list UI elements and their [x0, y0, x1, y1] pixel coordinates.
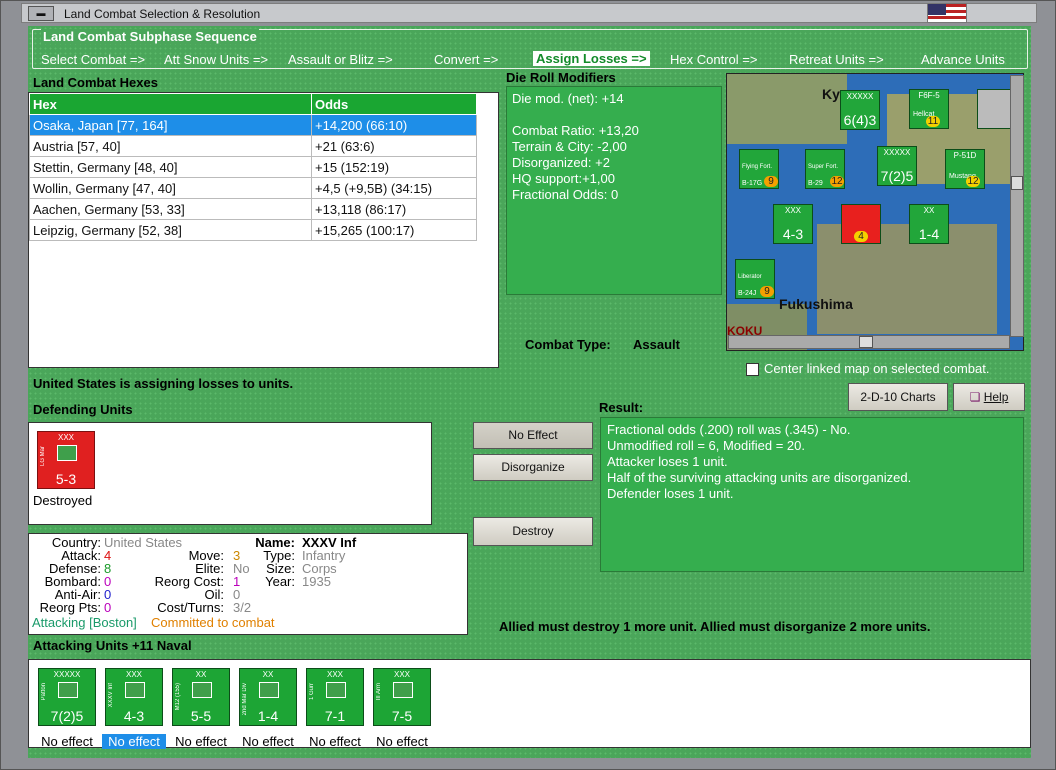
window-menu-icon[interactable]: ▬	[28, 6, 54, 21]
table-row[interactable]: Aachen, Germany [53, 33] +13,118 (86:17)	[29, 198, 477, 220]
help-label: Help	[983, 390, 1009, 404]
no-effect-button[interactable]: No Effect	[473, 422, 593, 449]
phase-advance: Advance Units	[921, 52, 1005, 67]
attacking-units-panel: XXXXX Patton 7(2)5 No effect XXX XXXV Inf 4-…	[28, 659, 1031, 749]
marine-symbol-icon	[259, 682, 279, 698]
combat-type-value: Assault	[633, 337, 680, 352]
defending-unit-status: Destroyed	[33, 493, 93, 508]
destroy-button[interactable]: Destroy	[473, 517, 593, 546]
modifier-line: Die mod. (net): +14	[512, 91, 624, 106]
result-caption: Result:	[599, 400, 644, 415]
window-title: Land Combat Selection & Resolution	[64, 7, 261, 21]
result-line: Half of the surviving attacking units ar…	[607, 470, 912, 485]
result-line: Defender loses 1 unit.	[607, 486, 734, 501]
attacking-unit-counter[interactable]: XXX III Arm 7-5	[373, 668, 431, 726]
hex-column-header[interactable]: Hex	[29, 93, 312, 115]
die-roll-modifiers: Die mod. (net): +14 Combat Ratio: +13,20…	[506, 86, 722, 295]
losses-remaining-message: Allied must destroy 1 more unit. Allied …	[499, 619, 931, 634]
help-book-icon: ❏	[969, 390, 984, 404]
paratroop-symbol-icon	[326, 682, 346, 698]
subphase-sequence: Land Combat Subphase Sequence Select Com…	[32, 29, 1028, 69]
attacking-unit-status: No effect	[376, 734, 428, 749]
table-row[interactable]: Austria [57, 40] +21 (63:6)	[29, 135, 477, 157]
phase-assign-losses: Assign Losses =>	[533, 51, 650, 66]
committed-status: Committed to combat	[151, 615, 275, 630]
odds-column-header[interactable]: Odds	[311, 93, 477, 115]
attacking-location: Attacking [Boston]	[32, 615, 137, 630]
modifiers-caption: Die Roll Modifiers	[506, 70, 616, 85]
attacking-unit-status: No effect	[309, 734, 361, 749]
attacking-unit-counter[interactable]: XX 2nd Mar Div 1-4	[239, 668, 297, 726]
window-frame: ▬ Land Combat Selection & Resolution Lan…	[0, 0, 1056, 770]
combat-hexes-list: Hex Odds Osaka, Japan [77, 164] +14,200 (6…	[28, 92, 499, 368]
map-unit-counter[interactable]: XXXXX 6(4)3	[840, 90, 880, 130]
map-horizontal-scrollbar[interactable]	[728, 335, 1010, 349]
combat-type-label: Combat Type:	[525, 337, 611, 352]
unit-info-panel: Country: United States Attack: 4 Defense…	[28, 533, 468, 635]
attacking-unit-counter[interactable]: XXXXX Patton 7(2)5	[38, 668, 96, 726]
attacking-unit-status: No effect	[242, 734, 294, 749]
attacking-caption: Attacking Units +11 Naval	[33, 638, 192, 653]
map-unit-counter[interactable]: Liberator 9 B-24J	[735, 259, 775, 299]
combat-result: Fractional odds (.200) roll was (.345) -…	[600, 417, 1024, 572]
hexes-caption: Land Combat Hexes	[33, 75, 158, 90]
armor-symbol-icon	[393, 682, 413, 698]
map-vertical-scrollbar[interactable]	[1010, 75, 1024, 337]
map-unit-counter[interactable]: P-51D Mustang 12	[945, 149, 985, 189]
center-map-label: Center linked map on selected combat.	[764, 361, 990, 376]
table-row[interactable]: Stettin, Germany [48, 40] +15 (152:19)	[29, 156, 477, 178]
attacking-unit-counter[interactable]: XXX 1 Gurr 7-1	[306, 668, 364, 726]
phase-select-combat: Select Combat =>	[41, 52, 146, 67]
infantry-symbol-icon	[125, 682, 145, 698]
result-line: Fractional odds (.200) roll was (.345) -…	[607, 422, 851, 437]
dialog-content: Land Combat Subphase Sequence Select Com…	[28, 26, 1031, 758]
attacking-unit-status: No effect	[102, 734, 166, 749]
charts-button[interactable]: 2-D-10 Charts	[848, 383, 948, 411]
map-label-fukushima: Fukushima	[779, 296, 853, 312]
phase-hex-control: Hex Control =>	[670, 52, 758, 67]
disorganize-button[interactable]: Disorganize	[473, 454, 593, 481]
modifier-line: HQ support:+1,00	[512, 171, 615, 186]
map-unit-counter[interactable]: XX 1-4	[909, 204, 949, 244]
artillery-symbol-icon	[192, 682, 212, 698]
phase-att-snow: Att Snow Units =>	[164, 52, 269, 67]
map-unit-counter[interactable]: Flying Fort. 9 B-17G	[739, 149, 779, 189]
phase-convert: Convert =>	[434, 52, 499, 67]
table-row[interactable]: Wollin, Germany [47, 40] +4,5 (+9,5B) (34…	[29, 177, 477, 199]
map-unit-counter[interactable]: F6F-5 Hellcat 11	[909, 89, 949, 129]
map-label-kyoto: Ky	[822, 86, 840, 102]
attacking-unit-status: No effect	[41, 734, 93, 749]
center-map-checkbox[interactable]	[746, 363, 759, 376]
attacking-unit-status: No effect	[175, 734, 227, 749]
phase-retreat: Retreat Units =>	[789, 52, 884, 67]
modifier-line: Disorganized: +2	[512, 155, 610, 170]
map-unit-counter[interactable]: XXXXX 7(2)5	[877, 146, 917, 186]
attacking-unit-counter[interactable]: XXX XXXV Inf 4-3	[105, 668, 163, 726]
map-unit-counter[interactable]: Super Fort. 12 B-29	[805, 149, 845, 189]
map-combat-marker[interactable]: 4	[841, 204, 881, 244]
defending-units-panel: XXX LG Mar 5-3 Destroyed	[28, 422, 432, 525]
us-flag-icon	[927, 3, 967, 23]
defending-caption: Defending Units	[33, 402, 133, 417]
modifier-line: Fractional Odds: 0	[512, 187, 619, 202]
map-unit-counter[interactable]: XXX 4-3	[773, 204, 813, 244]
modifier-line: Combat Ratio: +13,20	[512, 123, 639, 138]
help-button[interactable]: ❏ Help	[953, 383, 1025, 411]
title-bar: ▬ Land Combat Selection & Resolution	[21, 3, 1037, 23]
infantry-symbol-icon	[57, 445, 77, 461]
status-line: United States is assigning losses to uni…	[33, 376, 294, 391]
subphase-caption: Land Combat Subphase Sequence	[41, 29, 259, 44]
phase-assault-blitz: Assault or Blitz =>	[288, 52, 393, 67]
table-row[interactable]: Leipzig, Germany [52, 38] +15,265 (100:17…	[29, 219, 477, 241]
attacking-unit-counter[interactable]: XX M12 (155) 5-5	[172, 668, 230, 726]
result-line: Unmodified roll = 6, Modified = 20.	[607, 438, 805, 453]
hq-symbol-icon	[58, 682, 78, 698]
linked-map[interactable]: Ky Fukushima KOKU XXXXX 6(4)3 P-51D Mustan…	[726, 73, 1024, 351]
table-row[interactable]: Osaka, Japan [77, 164] +14,200 (66:10)	[29, 114, 477, 136]
modifier-line: Terrain & City: -2,00	[512, 139, 627, 154]
defending-unit-counter[interactable]: XXX LG Mar 5-3	[37, 431, 95, 489]
result-line: Attacker loses 1 unit.	[607, 454, 728, 469]
